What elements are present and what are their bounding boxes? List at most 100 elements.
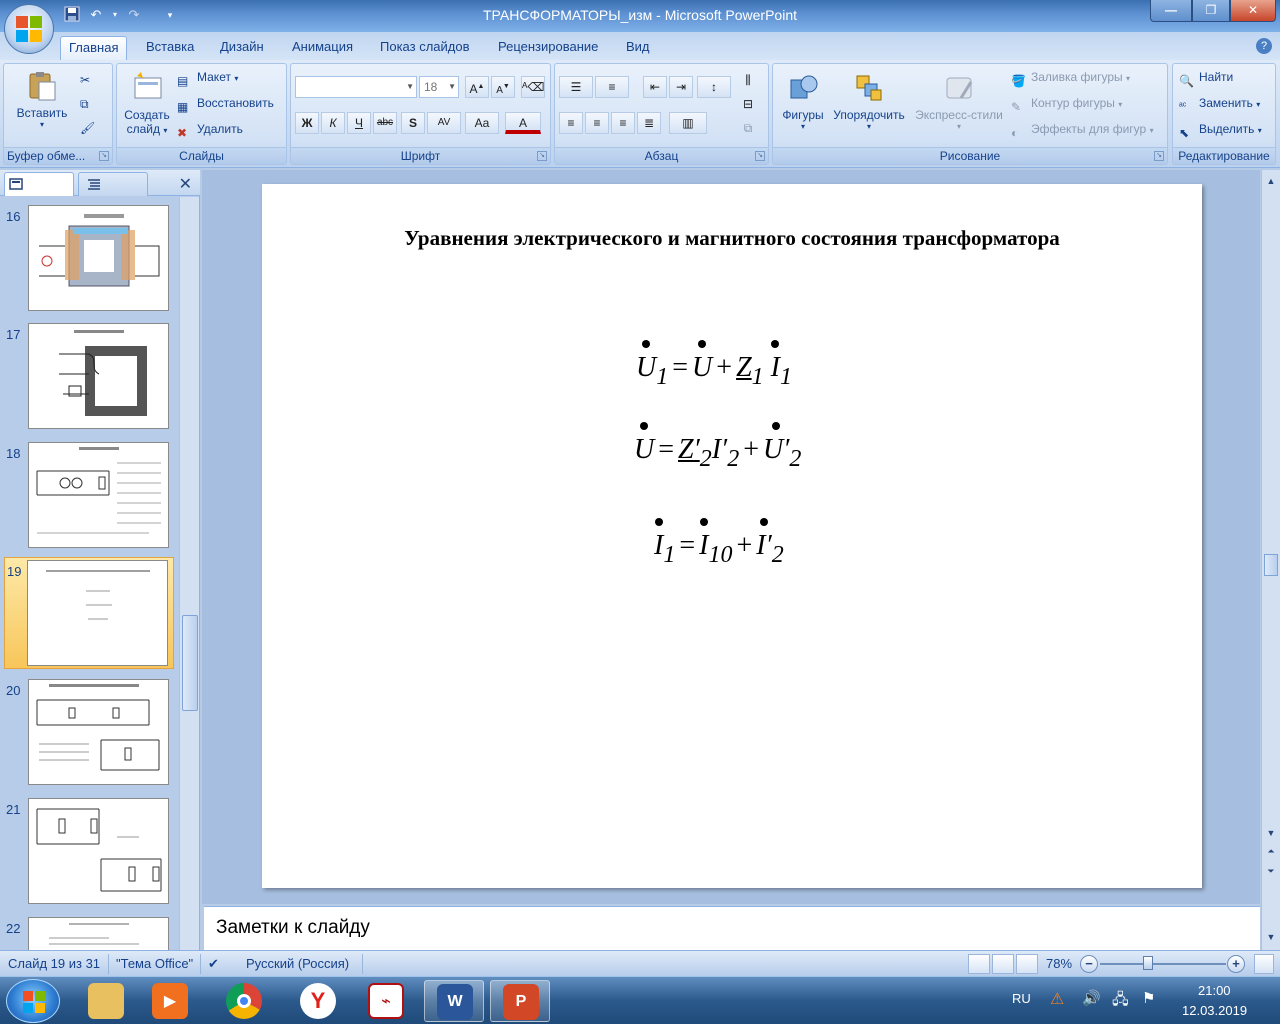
paragraph-launcher-icon[interactable]: ↘ bbox=[755, 151, 765, 161]
new-slide-dropdown-icon[interactable]: ▾ bbox=[163, 126, 167, 135]
tab-review[interactable]: Рецензирование bbox=[490, 36, 606, 60]
maximize-button[interactable]: ❐ bbox=[1192, 0, 1230, 22]
tab-view[interactable]: Вид bbox=[618, 36, 658, 60]
tab-insert[interactable]: Вставка bbox=[138, 36, 202, 60]
close-panel-icon[interactable]: ✕ bbox=[179, 174, 192, 194]
thumbnail-row[interactable]: 22 bbox=[0, 915, 178, 950]
taskbar-word[interactable]: W bbox=[424, 980, 484, 1022]
bullets-icon[interactable]: ☰ bbox=[559, 76, 593, 98]
grow-font-button[interactable]: A▲ bbox=[465, 76, 489, 98]
zoom-slider-knob[interactable] bbox=[1143, 956, 1153, 970]
equation-3[interactable]: I1 = I10 + I′2 bbox=[654, 518, 784, 569]
italic-button[interactable]: К bbox=[321, 112, 345, 134]
avast-icon[interactable]: ⚠ bbox=[1050, 989, 1064, 1024]
notes-placeholder[interactable]: Заметки к слайду bbox=[216, 917, 370, 939]
font-launcher-icon[interactable]: ↘ bbox=[537, 151, 547, 161]
strikethrough-button[interactable]: abc bbox=[373, 112, 397, 134]
shapes-button[interactable]: Фигуры ▾ bbox=[777, 72, 829, 131]
tab-slides-thumbnails[interactable] bbox=[4, 172, 74, 196]
slide-thumbnail[interactable] bbox=[28, 679, 169, 785]
zoom-out-icon[interactable]: − bbox=[1080, 955, 1098, 973]
tab-home[interactable]: Главная bbox=[60, 36, 128, 60]
slide-thumbnail[interactable] bbox=[28, 798, 169, 904]
slide-thumbnail[interactable] bbox=[28, 205, 169, 311]
thumbnail-scrollbar[interactable] bbox=[179, 197, 199, 950]
slideshow-view-icon[interactable] bbox=[1016, 954, 1038, 974]
increase-indent-icon[interactable]: ⇥ bbox=[669, 76, 693, 98]
new-slide-button[interactable]: Создать слайд ▾ bbox=[119, 72, 175, 136]
drawing-launcher-icon[interactable]: ↘ bbox=[1154, 151, 1164, 161]
shadow-button[interactable]: S bbox=[401, 112, 425, 134]
taskbar-acrobat[interactable]: ⌁ bbox=[356, 980, 416, 1022]
shape-effects-button[interactable]: ◐ Эффекты для фигур ▾ bbox=[1011, 119, 1154, 140]
slide-canvas[interactable]: Уравнения электрического и магнитного со… bbox=[262, 184, 1202, 888]
find-button[interactable]: 🔍 Найти bbox=[1179, 67, 1233, 88]
char-spacing-button[interactable]: AV bbox=[427, 112, 461, 134]
scroll-down-icon[interactable]: ▼ bbox=[1264, 826, 1278, 840]
next-slide-icon[interactable]: ⏷ bbox=[1264, 864, 1278, 878]
tab-design[interactable]: Дизайн bbox=[212, 36, 272, 60]
paste-dropdown-icon[interactable]: ▾ bbox=[10, 120, 74, 129]
clipboard-launcher-icon[interactable]: ↘ bbox=[99, 151, 109, 161]
previous-slide-icon[interactable]: ⏶ bbox=[1264, 844, 1278, 858]
copy-icon[interactable]: ⧉ bbox=[80, 94, 89, 114]
slide-thumbnail[interactable] bbox=[28, 323, 169, 429]
align-left-icon[interactable]: ≡ bbox=[559, 112, 583, 134]
taskbar-yandex[interactable]: Y bbox=[288, 980, 348, 1022]
line-spacing-icon[interactable]: ↕ bbox=[697, 76, 731, 98]
slide-sorter-view-icon[interactable] bbox=[992, 954, 1014, 974]
bold-button[interactable]: Ж bbox=[295, 112, 319, 134]
action-center-icon[interactable]: ⚑ bbox=[1142, 989, 1155, 1024]
format-painter-icon[interactable]: 🖌 bbox=[80, 118, 95, 138]
justify-icon[interactable]: ≣ bbox=[637, 112, 661, 134]
underline-button[interactable]: Ч bbox=[347, 112, 371, 134]
replace-button[interactable]: ᵃᶜ Заменить ▾ bbox=[1179, 93, 1260, 113]
zoom-slider-track[interactable] bbox=[1100, 963, 1226, 965]
slide-title[interactable]: Уравнения электрического и магнитного со… bbox=[262, 226, 1202, 251]
thumbnail-row-selected[interactable]: 19 bbox=[4, 557, 174, 669]
align-text-icon[interactable]: ⊟ bbox=[737, 94, 759, 116]
close-button[interactable]: ✕ bbox=[1230, 0, 1276, 22]
language[interactable]: Русский (Россия) bbox=[246, 956, 349, 971]
tab-animation[interactable]: Анимация bbox=[284, 36, 361, 60]
thumbnail-row[interactable]: 18 bbox=[0, 440, 178, 552]
clock-date[interactable]: 12.03.2019 bbox=[1182, 1003, 1247, 1024]
text-direction-icon[interactable]: ⫼ bbox=[737, 70, 759, 92]
paste-button[interactable]: Вставить ▾ bbox=[10, 70, 74, 129]
align-right-icon[interactable]: ≡ bbox=[611, 112, 635, 134]
taskbar-powerpoint[interactable]: P bbox=[490, 980, 550, 1022]
font-color-button[interactable]: A bbox=[505, 112, 541, 134]
normal-view-icon[interactable] bbox=[968, 954, 990, 974]
select-button[interactable]: ⬉ Выделить ▾ bbox=[1179, 119, 1262, 140]
office-button[interactable] bbox=[4, 4, 54, 54]
change-case-button[interactable]: Aa bbox=[465, 112, 499, 134]
tab-outline[interactable] bbox=[78, 172, 148, 196]
slide-thumbnail[interactable] bbox=[28, 917, 169, 950]
help-icon[interactable]: ? bbox=[1256, 38, 1272, 54]
taskbar-media-player[interactable]: ▶ bbox=[140, 980, 200, 1022]
slide-thumbnail[interactable] bbox=[28, 442, 169, 548]
shape-fill-button[interactable]: 🪣 Заливка фигуры ▾ bbox=[1011, 67, 1130, 88]
decrease-indent-icon[interactable]: ⇤ bbox=[643, 76, 667, 98]
quick-styles-button[interactable]: Экспресс-стили ▾ bbox=[911, 72, 1007, 131]
minimize-button[interactable]: — bbox=[1150, 0, 1192, 22]
cut-icon[interactable]: ✂ bbox=[80, 70, 90, 90]
shape-outline-button[interactable]: ✎ Контур фигуры ▾ bbox=[1011, 93, 1122, 114]
columns-icon[interactable]: ▥ bbox=[669, 112, 707, 134]
equation-1[interactable]: U1 = U + Z1 I1 bbox=[636, 340, 792, 391]
numbering-icon[interactable]: ≡ bbox=[595, 76, 629, 98]
shrink-font-button[interactable]: A▼ bbox=[491, 76, 515, 98]
volume-icon[interactable]: 🔊 bbox=[1082, 989, 1101, 1024]
notes-pane[interactable]: Заметки к слайду bbox=[204, 906, 1260, 950]
delete-slide-button[interactable]: ✖ Удалить bbox=[177, 119, 243, 140]
scroll-up-icon[interactable]: ▲ bbox=[1264, 174, 1278, 188]
reset-button[interactable]: ▦ Восстановить bbox=[177, 93, 274, 114]
tab-slideshow[interactable]: Показ слайдов bbox=[372, 36, 478, 60]
layout-button[interactable]: ▤ Макет ▾ bbox=[177, 67, 238, 88]
thumbnail-row[interactable]: 21 bbox=[0, 796, 178, 908]
thumbnail-row[interactable]: 16 bbox=[0, 203, 178, 315]
notes-scroll-down-icon[interactable]: ▼ bbox=[1264, 930, 1278, 944]
zoom-level[interactable]: 78% bbox=[1046, 956, 1072, 971]
equation-2[interactable]: U = Z′2I′2 + U′2 bbox=[634, 422, 801, 473]
smartart-icon[interactable]: ⧉ bbox=[737, 118, 759, 140]
